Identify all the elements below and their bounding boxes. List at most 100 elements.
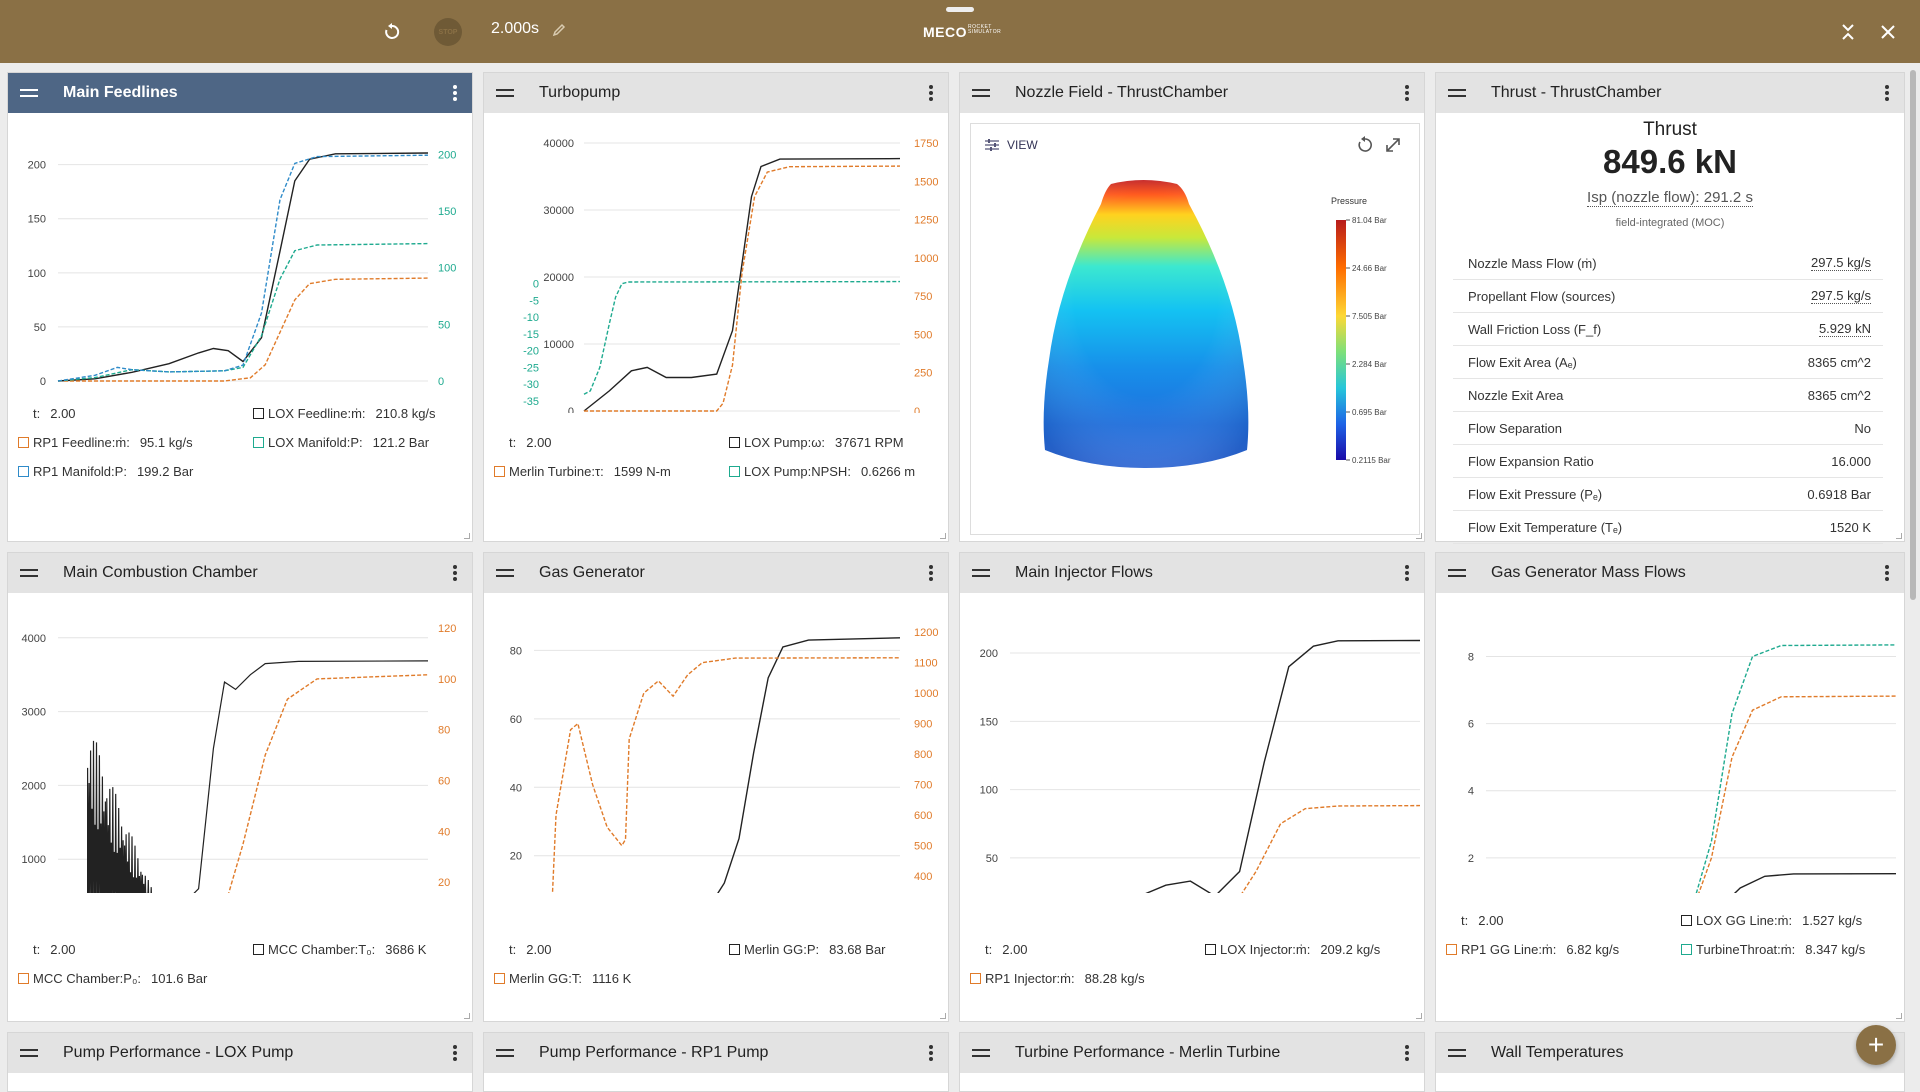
panel-header[interactable]: Thrust - ThrustChamber <box>1436 73 1904 113</box>
panel-header[interactable]: Turbine Performance - Merlin Turbine <box>960 1033 1424 1073</box>
panel-title: Main Combustion Chamber <box>63 564 258 581</box>
legend-item[interactable]: LOX GG Line:ṁ: 1.527 kg/s <box>1681 913 1862 928</box>
resize-handle[interactable] <box>464 1013 470 1019</box>
combustion-chart: 01000200030004000020406080100120 <box>22 623 456 893</box>
nozzle-viewer[interactable]: VIEW Pressure 81.04 Bar 24.66 Bar 7.505 … <box>970 123 1420 535</box>
y-tick-label-right: 600 <box>914 810 932 822</box>
legend-item[interactable]: LOX Manifold:P: 121.2 Bar <box>253 435 429 450</box>
property-value[interactable]: 5.929 kN <box>1818 321 1871 337</box>
legend-item[interactable]: RP1 Manifold:P: 199.2 Bar <box>18 464 193 479</box>
drag-icon[interactable] <box>496 1046 514 1060</box>
more-vert-icon[interactable] <box>1884 84 1890 102</box>
collapse-icon[interactable] <box>1834 18 1862 46</box>
more-vert-icon[interactable] <box>452 1044 458 1062</box>
resize-handle[interactable] <box>1896 1013 1902 1019</box>
feedlines-chart: 0 50 100 150 200 0 50 100 150 200 <box>28 149 457 388</box>
stop-button[interactable]: STOP <box>434 18 462 46</box>
legend-item[interactable]: RP1 Feedline:ṁ: 95.1 kg/s <box>18 435 193 450</box>
y-tick-label-right: 900 <box>914 719 932 731</box>
isp-value[interactable]: Isp (nozzle flow): 291.2 s <box>1436 189 1904 207</box>
resize-handle[interactable] <box>940 533 946 539</box>
y-tick-label: 200 <box>28 160 46 172</box>
drag-icon[interactable] <box>1448 1046 1466 1060</box>
legend-item[interactable]: LOX Pump:ω: 37671 RPM <box>729 435 904 450</box>
legend-item[interactable]: Merlin GG:P: 83.68 Bar <box>729 942 886 957</box>
restart-icon[interactable] <box>378 18 406 46</box>
nozzle-field-plot: Pressure 81.04 Bar 24.66 Bar 7.505 Bar 2.28… <box>1043 180 1391 468</box>
legend-item[interactable]: LOX Injector:ṁ: 209.2 kg/s <box>1205 942 1380 957</box>
panel-header[interactable]: Pump Performance - RP1 Pump <box>484 1033 948 1073</box>
legend-item[interactable]: LOX Pump:NPSH: 0.6266 m <box>729 464 915 479</box>
panel-header[interactable]: Main Combustion Chamber <box>8 553 472 593</box>
series-line <box>87 660 429 893</box>
more-vert-icon[interactable] <box>928 1044 934 1062</box>
more-vert-icon[interactable] <box>452 564 458 582</box>
property-row: Flow Exit Temperature (Tₑ) 1520 K <box>1453 511 1883 544</box>
resize-handle[interactable] <box>1896 533 1902 539</box>
y-tick-label-secondary: -15 <box>523 329 539 341</box>
drag-icon[interactable] <box>972 1046 990 1060</box>
legend-item[interactable]: MCC Chamber:P₀: 101.6 Bar <box>18 971 207 986</box>
panel-header[interactable]: Gas Generator <box>484 553 948 593</box>
y-tick-label: 8 <box>1468 652 1474 664</box>
drag-icon[interactable] <box>20 86 38 100</box>
y-tick-label: 150 <box>980 716 998 728</box>
drag-icon[interactable] <box>20 1046 38 1060</box>
property-value[interactable]: 297.5 kg/s <box>1811 255 1871 271</box>
legend-item[interactable]: LOX Feedline:ṁ: 210.8 kg/s <box>253 406 436 421</box>
panel-header[interactable]: Pump Performance - LOX Pump <box>8 1033 472 1073</box>
more-vert-icon[interactable] <box>1404 1044 1410 1062</box>
drag-icon[interactable] <box>1448 566 1466 580</box>
legend-item[interactable]: Merlin GG:T: 1116 K <box>494 971 631 986</box>
colorbar-tick-label: 81.04 Bar <box>1352 216 1387 225</box>
legend-item[interactable]: Merlin Turbine:τ: 1599 N-m <box>494 464 671 479</box>
drag-icon[interactable] <box>496 86 514 100</box>
panel-header[interactable]: Gas Generator Mass Flows <box>1436 553 1904 593</box>
series-line <box>583 280 901 395</box>
page-scrollbar[interactable] <box>1910 70 1916 600</box>
edit-icon[interactable] <box>551 22 567 38</box>
close-icon[interactable] <box>1874 18 1902 46</box>
panel-header[interactable]: Main Injector Flows <box>960 553 1424 593</box>
legend-item[interactable]: RP1 GG Line:ṁ: 6.82 kg/s <box>1446 942 1619 957</box>
colorbar-tick-label: 7.505 Bar <box>1352 312 1387 321</box>
drag-icon[interactable] <box>1448 86 1466 100</box>
panel-header[interactable]: Wall Temperatures <box>1436 1033 1904 1073</box>
thrust-properties-table: Nozzle Mass Flow (ṁ) 297.5 kg/s Propellant… <box>1453 247 1883 544</box>
drag-icon[interactable] <box>972 566 990 580</box>
more-vert-icon[interactable] <box>928 564 934 582</box>
more-vert-icon[interactable] <box>452 84 458 102</box>
y-tick-label: 100 <box>980 785 998 797</box>
y-tick-label-right: 1100 <box>914 658 938 670</box>
legend-item[interactable]: RP1 Injector:ṁ: 88.28 kg/s <box>970 971 1145 986</box>
legend-item[interactable]: TurbineThroat:ṁ: 8.347 kg/s <box>1681 942 1865 957</box>
colorbar-tick-label: 24.66 Bar <box>1352 264 1387 273</box>
resize-handle[interactable] <box>940 1013 946 1019</box>
more-vert-icon[interactable] <box>1404 84 1410 102</box>
more-vert-icon[interactable] <box>928 84 934 102</box>
y-tick-label-right: 500 <box>914 841 932 853</box>
drag-handle[interactable] <box>946 7 974 12</box>
legend-item[interactable]: MCC Chamber:T₀: 3686 K <box>253 942 426 957</box>
property-value[interactable]: 297.5 kg/s <box>1811 288 1871 304</box>
panel-header[interactable]: Turbopump <box>484 73 948 113</box>
nozzle-shading <box>1043 180 1249 468</box>
drag-icon[interactable] <box>496 566 514 580</box>
more-vert-icon[interactable] <box>1884 564 1890 582</box>
add-panel-button[interactable]: + <box>1856 1025 1896 1065</box>
app-logo: MECOROCKET SIMULATOR <box>923 24 1002 40</box>
y-tick-label: 80 <box>510 645 522 657</box>
resize-handle[interactable] <box>1416 1013 1422 1019</box>
y-tick-label-right: 100 <box>438 674 456 686</box>
more-vert-icon[interactable] <box>1404 564 1410 582</box>
resize-handle[interactable] <box>464 533 470 539</box>
drag-icon[interactable] <box>972 86 990 100</box>
resize-handle[interactable] <box>1416 533 1422 539</box>
y-tick-label: 6 <box>1468 719 1474 731</box>
property-label: Flow Exit Area (Aₑ) <box>1468 354 1577 370</box>
legend-time: t: 2.00 <box>33 406 76 421</box>
panel-header[interactable]: Nozzle Field - ThrustChamber <box>960 73 1424 113</box>
drag-icon[interactable] <box>20 566 38 580</box>
panel-header[interactable]: Main Feedlines <box>8 73 472 113</box>
y-tick-label-right: 1750 <box>914 138 938 150</box>
